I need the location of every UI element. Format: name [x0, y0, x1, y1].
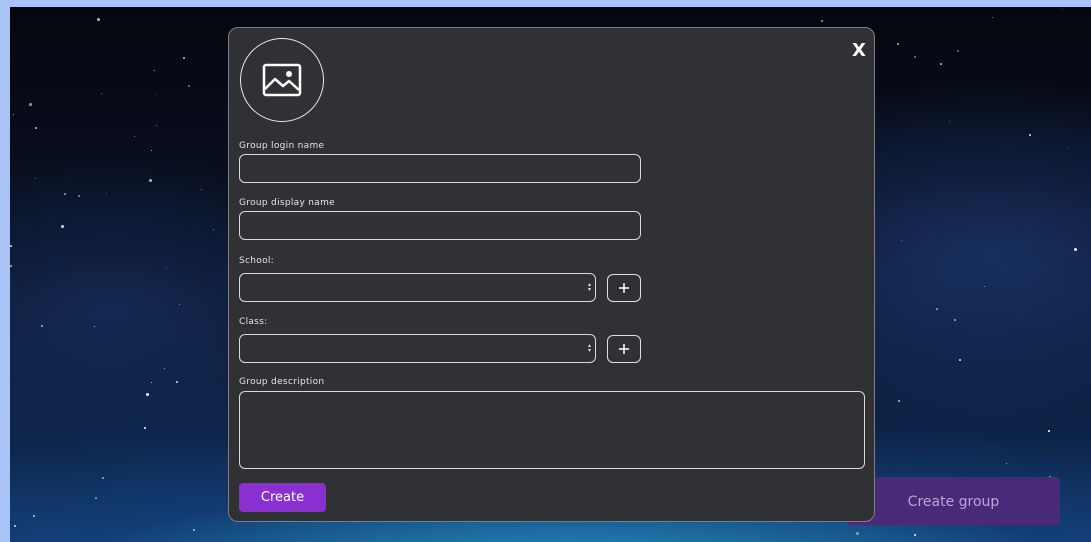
- star: [64, 193, 66, 195]
- school-label: School:: [239, 256, 275, 266]
- class-select[interactable]: ▴ ▾: [239, 334, 596, 363]
- star: [13, 114, 14, 115]
- star: [151, 150, 152, 151]
- star: [940, 63, 942, 65]
- star: [949, 121, 950, 122]
- star: [914, 534, 916, 536]
- star: [957, 50, 959, 52]
- image-icon: [262, 63, 302, 97]
- star: [898, 400, 900, 402]
- select-arrows-icon: ▴ ▾: [587, 281, 591, 293]
- description-label: Group description: [239, 377, 325, 387]
- star: [146, 393, 149, 396]
- star: [78, 195, 80, 197]
- star: [1067, 147, 1068, 148]
- star: [1074, 248, 1077, 251]
- star: [14, 525, 16, 527]
- star: [193, 529, 195, 531]
- star: [102, 477, 104, 479]
- star: [213, 229, 214, 230]
- star: [201, 189, 202, 190]
- class-label: Class:: [239, 317, 268, 327]
- add-class-button[interactable]: [607, 335, 641, 363]
- star: [33, 515, 35, 517]
- star: [992, 17, 993, 18]
- star: [183, 57, 185, 59]
- group-image-upload[interactable]: [240, 38, 324, 122]
- star: [1048, 430, 1050, 432]
- star: [954, 319, 956, 321]
- create-button[interactable]: Create: [239, 483, 326, 512]
- star: [95, 497, 97, 499]
- star: [149, 179, 152, 182]
- star: [821, 20, 823, 22]
- star: [176, 381, 178, 383]
- display-name-label: Group display name: [239, 198, 336, 208]
- star: [188, 85, 190, 87]
- star: [897, 43, 899, 45]
- plus-icon: [619, 344, 629, 354]
- star: [984, 286, 985, 287]
- star: [901, 240, 902, 241]
- star: [914, 56, 916, 58]
- star: [134, 136, 135, 137]
- star: [29, 103, 32, 106]
- star: [936, 308, 938, 310]
- star: [959, 359, 961, 361]
- login-name-label: Group login name: [239, 141, 325, 151]
- star: [144, 427, 146, 429]
- star: [1029, 134, 1031, 136]
- star: [156, 94, 157, 95]
- display-name-input[interactable]: [239, 211, 641, 240]
- star: [179, 304, 180, 305]
- close-button[interactable]: X: [849, 40, 869, 62]
- star: [156, 125, 157, 126]
- star: [1062, 9, 1063, 10]
- login-name-input[interactable]: [239, 154, 641, 183]
- school-select[interactable]: ▴ ▾: [239, 273, 596, 302]
- create-group-dialog: X Group login name Group display name Sc…: [228, 27, 875, 522]
- star: [94, 326, 95, 327]
- add-school-button[interactable]: [607, 274, 641, 302]
- star: [166, 268, 167, 269]
- create-group-button[interactable]: Create group: [847, 477, 1060, 525]
- star: [856, 532, 859, 535]
- star: [35, 127, 37, 129]
- star: [1006, 463, 1007, 464]
- description-textarea[interactable]: [239, 391, 865, 469]
- star: [154, 70, 155, 71]
- plus-icon: [619, 283, 629, 293]
- star: [151, 382, 152, 383]
- star: [164, 368, 165, 369]
- star: [106, 193, 107, 194]
- star: [97, 18, 100, 21]
- select-arrows-icon: ▴ ▾: [587, 342, 591, 354]
- star: [10, 265, 12, 267]
- star: [101, 93, 102, 94]
- star: [35, 178, 36, 179]
- star: [41, 325, 43, 327]
- star: [61, 225, 64, 228]
- star: [10, 245, 12, 247]
